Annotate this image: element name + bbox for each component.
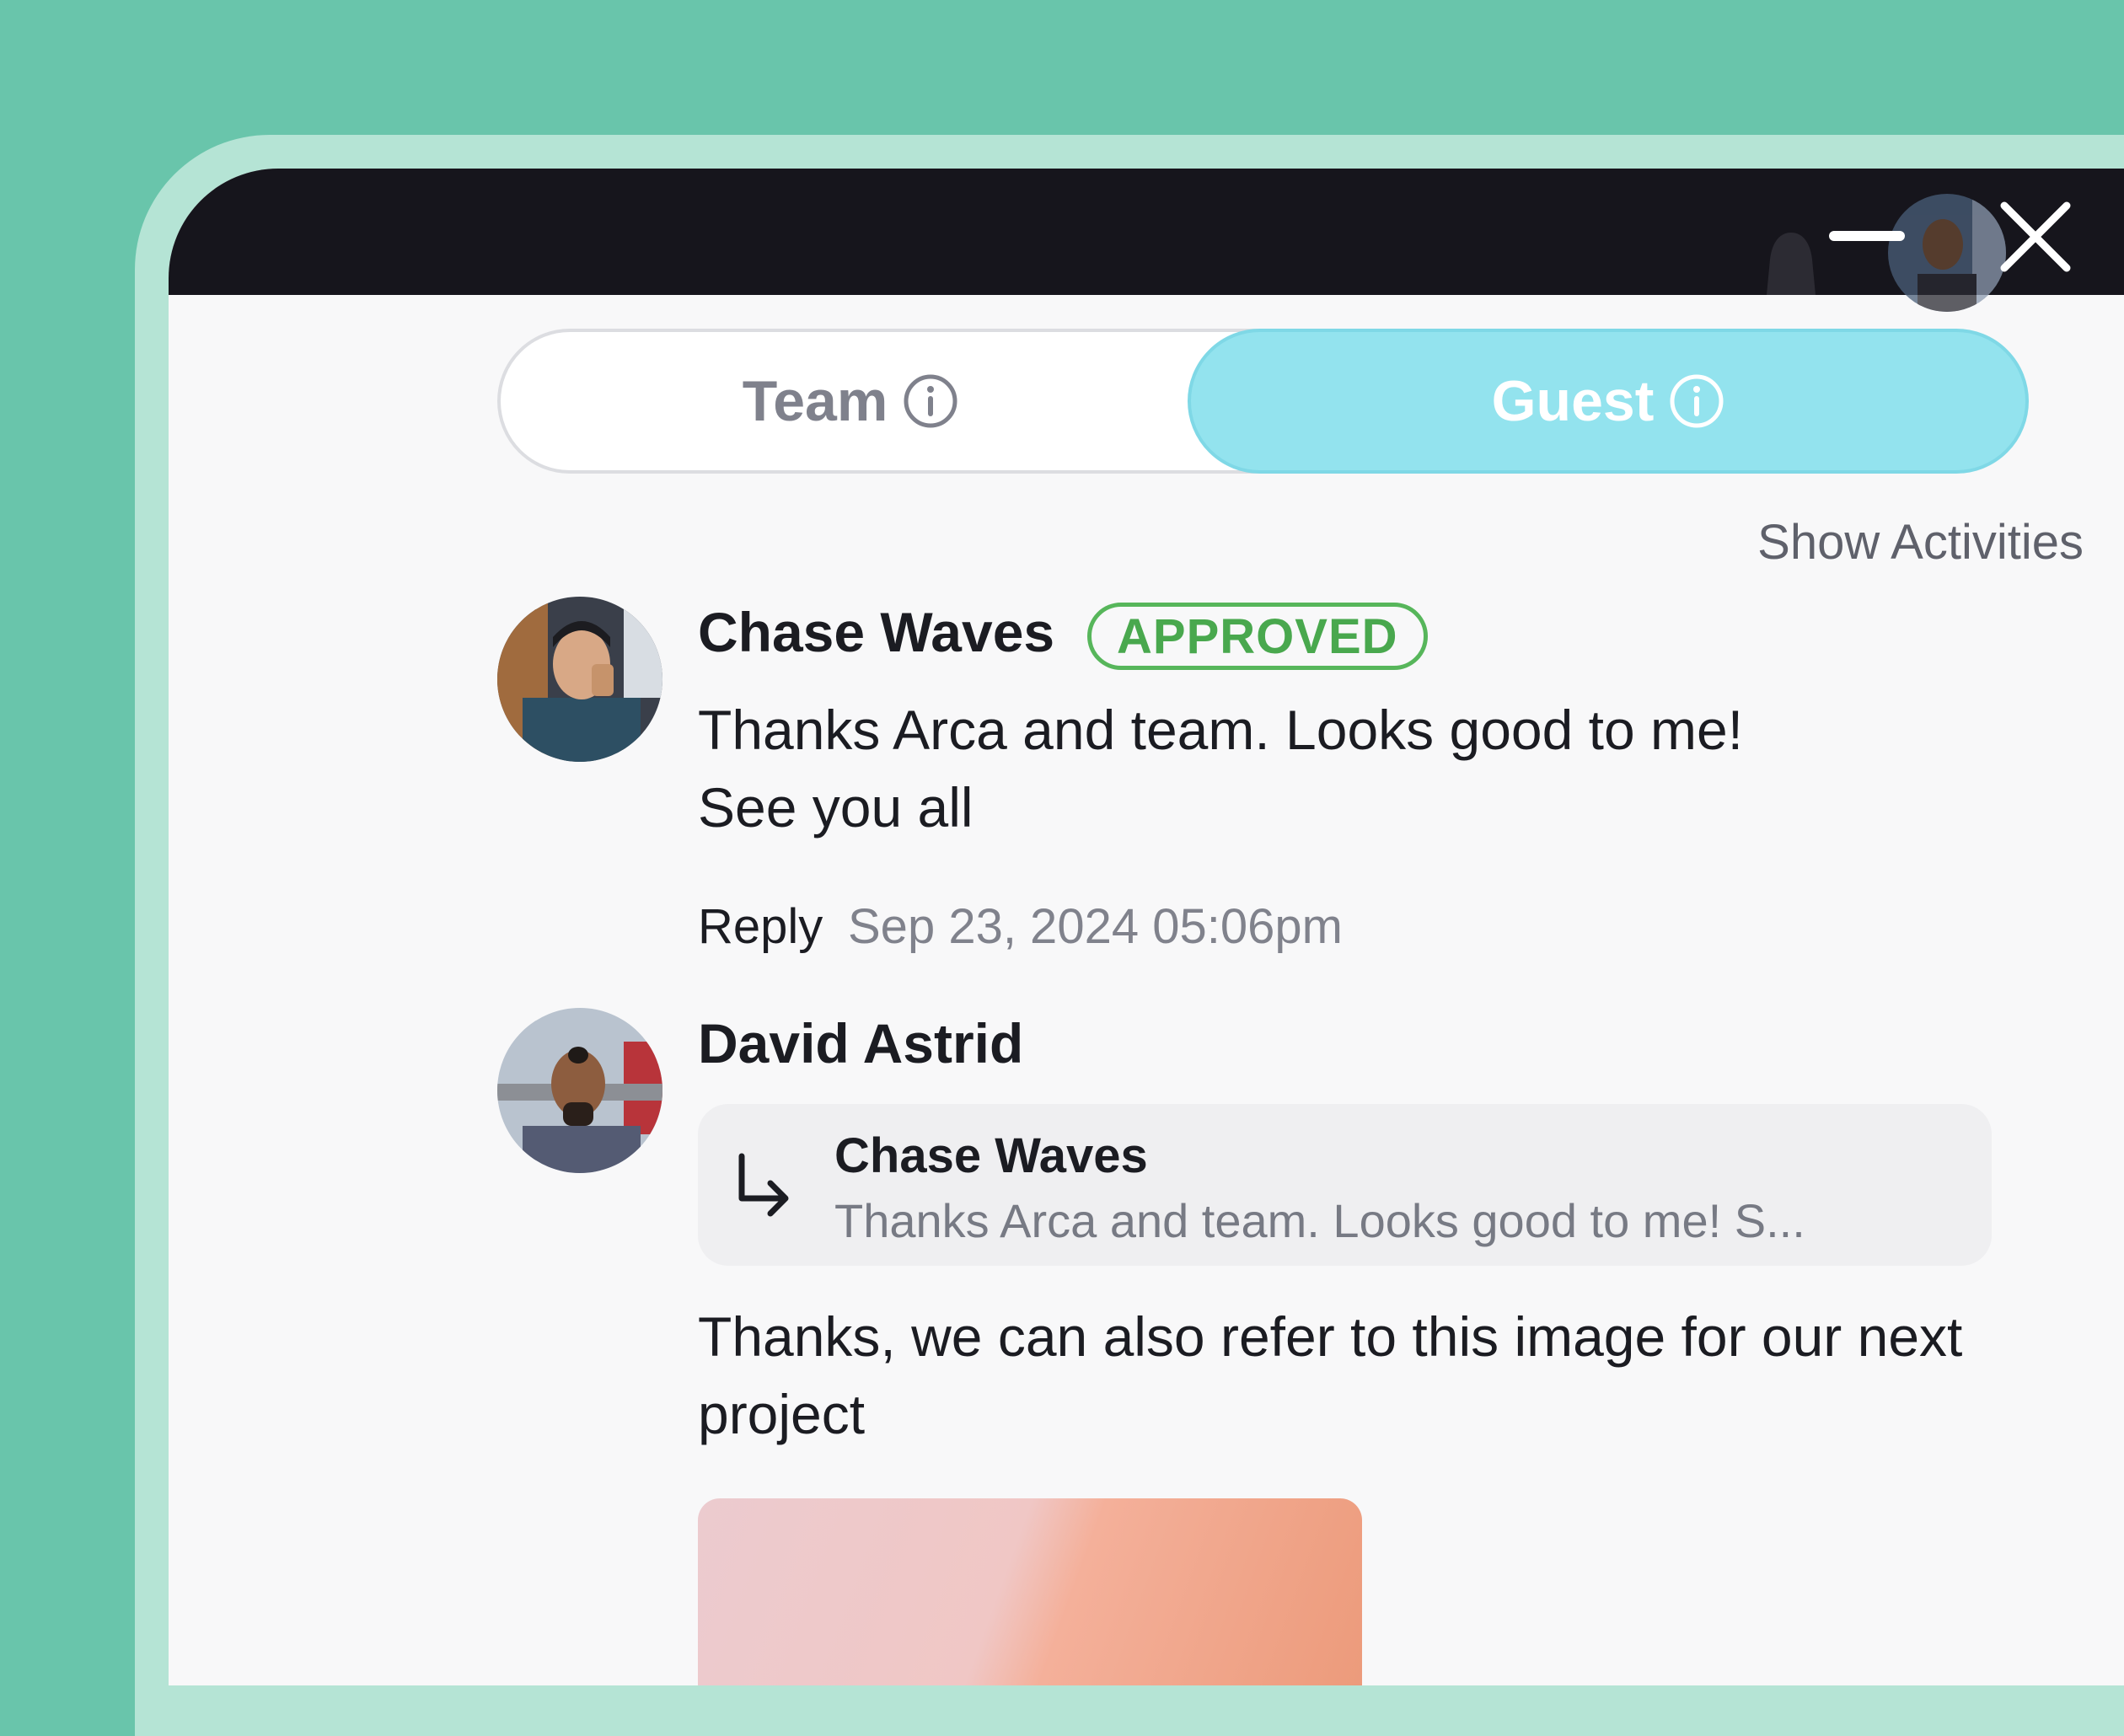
avatar — [497, 597, 662, 762]
reply-arrow-icon — [738, 1153, 789, 1217]
quoted-author: Chase Waves — [834, 1128, 1148, 1183]
user-avatar[interactable] — [1888, 194, 2006, 312]
tab-guest-label: Guest — [1491, 369, 1655, 433]
comment-timestamp: Sep 23, 2024 05:06pm — [848, 899, 1343, 954]
info-icon — [904, 374, 957, 428]
tab-team-label: Team — [742, 369, 888, 433]
comment-message: Thanks, we can also refer to this image … — [698, 1305, 1963, 1445]
tab-team[interactable]: Team — [501, 329, 1200, 474]
comment-author: Chase Waves — [698, 601, 1055, 663]
quoted-text: Thanks Arca and team. Looks good to me! … — [834, 1194, 1805, 1247]
close-icon[interactable] — [1998, 199, 2073, 275]
comments-window: Team Guest Show Activities Chase Waves A… — [169, 169, 2124, 1685]
reply-button[interactable]: Reply — [698, 898, 823, 955]
comment-author: David Astrid — [698, 1012, 1024, 1074]
info-icon — [1670, 374, 1724, 428]
tab-guest[interactable]: Guest — [1188, 329, 2029, 474]
comment-message: Thanks Arca and team. Looks good to me! … — [698, 699, 1744, 839]
minimize-icon[interactable] — [1829, 228, 1905, 244]
avatar — [497, 1008, 662, 1173]
quoted-reply[interactable]: Chase Waves Thanks Arca and team. Looks … — [698, 1104, 1992, 1266]
bell-icon[interactable] — [1745, 228, 1837, 295]
tab-switcher: Team Guest — [497, 329, 2029, 474]
title-bar — [169, 169, 2124, 312]
status-badge: APPROVED — [1087, 603, 1428, 670]
show-activities-link[interactable]: Show Activities — [1757, 514, 2084, 571]
attachment-image[interactable] — [698, 1498, 1362, 1685]
